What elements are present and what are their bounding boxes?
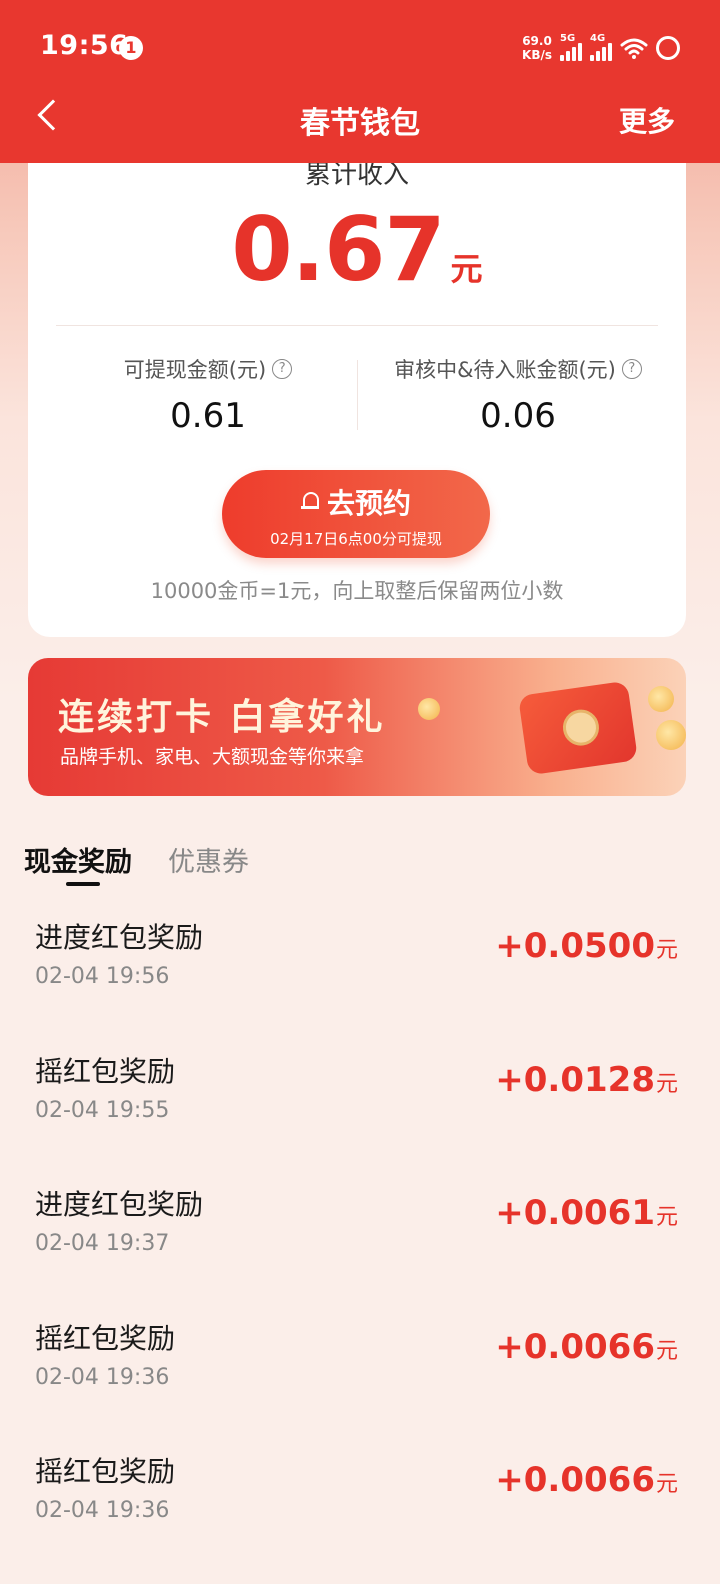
coin-icon xyxy=(418,698,440,720)
record-amount-value: +0.0061 xyxy=(495,1193,655,1233)
cumulative-income-unit: 元 xyxy=(450,250,483,288)
record-amount: +0.0061元 xyxy=(495,1193,678,1233)
pending-label: 审核中&待入账金额(元) xyxy=(394,358,616,382)
cumulative-income-value: 0.67 xyxy=(231,198,445,301)
withdrawable-label: 可提现金额(元) xyxy=(123,358,267,382)
list-item: 摇红包奖励 02-04 19:55 +0.0128元 xyxy=(0,1050,720,1184)
divider xyxy=(56,325,658,326)
record-amount-unit: 元 xyxy=(655,1072,678,1097)
record-title: 进度红包奖励 xyxy=(35,1188,204,1221)
coin-icon xyxy=(648,686,674,712)
record-amount-unit: 元 xyxy=(655,1205,678,1230)
bell-icon xyxy=(300,492,319,512)
record-amount-unit: 元 xyxy=(655,1339,678,1364)
record-amount-value: +0.0128 xyxy=(495,1060,655,1100)
record-time: 02-04 19:37 xyxy=(35,1231,170,1256)
network-speed-value: 69.0 xyxy=(522,34,552,48)
withdrawable-value: 0.61 xyxy=(170,396,246,436)
wallet-card: 累计收入 0.67 元 可提现金额(元) ? 0.61 审核中&待入账金额(元) … xyxy=(28,120,686,637)
record-amount: +0.0066元 xyxy=(495,1460,678,1500)
active-tab-indicator xyxy=(66,882,100,886)
record-amount-unit: 元 xyxy=(655,1472,678,1497)
list-item: 进度红包奖励 02-04 19:56 +0.0500元 xyxy=(0,916,720,1050)
coin-exchange-note: 10000金币=1元，向上取整后保留两位小数 xyxy=(150,579,564,603)
list-item: 摇红包奖励 02-04 19:36 +0.0066元 xyxy=(0,1317,720,1451)
signal-4g-label: 4G xyxy=(590,33,606,44)
record-amount-value: +0.0500 xyxy=(495,926,655,966)
checkin-promo-banner[interactable]: 连续打卡 白拿好礼 品牌手机、家电、大额现金等你来拿 xyxy=(28,658,686,796)
record-time: 02-04 19:36 xyxy=(35,1365,170,1390)
record-time: 02-04 19:36 xyxy=(35,1498,170,1523)
battery-icon xyxy=(656,36,680,60)
divider-vertical xyxy=(357,360,358,430)
signal-4g-icon: 4G xyxy=(590,33,612,61)
cumulative-income-amount: 0.67 元 xyxy=(28,198,686,301)
record-amount-value: +0.0066 xyxy=(495,1460,655,1500)
help-icon[interactable]: ? xyxy=(621,359,642,379)
banner-subtitle: 品牌手机、家电、大额现金等你来拿 xyxy=(60,746,365,768)
record-time: 02-04 19:55 xyxy=(35,1098,170,1123)
network-speed: 69.0 KB/s xyxy=(522,34,552,62)
pending-stat: 审核中&待入账金额(元) ? 0.06 xyxy=(368,354,668,436)
wifi-icon xyxy=(620,38,648,59)
tab-cash-rewards[interactable]: 现金奖励 xyxy=(24,840,132,879)
record-amount: +0.0128元 xyxy=(495,1060,678,1100)
list-item: 摇红包奖励 02-04 19:36 +0.0066元 xyxy=(0,1450,720,1584)
coin-icon xyxy=(656,720,686,750)
notification-badge: 1 xyxy=(119,36,143,60)
tab-coupons[interactable]: 优惠券 xyxy=(168,840,249,879)
record-title: 摇红包奖励 xyxy=(35,1455,176,1488)
more-button[interactable]: 更多 xyxy=(619,100,675,140)
record-title: 摇红包奖励 xyxy=(35,1322,176,1355)
record-amount: +0.0500元 xyxy=(495,926,678,966)
withdrawable-stat: 可提现金额(元) ? 0.61 xyxy=(88,354,328,436)
status-icons: 69.0 KB/s 5G 4G xyxy=(522,30,680,66)
record-amount: +0.0066元 xyxy=(495,1327,678,1367)
reserve-button[interactable]: 去预约 02月17日6点00分可提现 xyxy=(222,470,490,558)
app-header: 19:56 1 69.0 KB/s 5G 4G 春节钱包 更多 xyxy=(0,0,720,163)
reserve-button-label: 去预约 xyxy=(326,487,411,520)
status-time: 19:56 xyxy=(40,30,129,61)
record-time: 02-04 19:56 xyxy=(35,964,170,989)
network-speed-unit: KB/s xyxy=(522,48,552,62)
signal-5g-icon: 5G xyxy=(560,33,582,61)
list-item: 进度红包奖励 02-04 19:37 +0.0061元 xyxy=(0,1183,720,1317)
page-title: 春节钱包 xyxy=(300,106,420,141)
signal-5g-label: 5G xyxy=(560,33,576,44)
reserve-button-subtext: 02月17日6点00分可提现 xyxy=(270,530,442,548)
record-amount-value: +0.0066 xyxy=(495,1327,655,1367)
red-envelope-gift-icon xyxy=(517,680,639,776)
help-icon[interactable]: ? xyxy=(272,359,293,379)
banner-title: 连续打卡 白拿好礼 xyxy=(58,696,386,738)
record-title: 进度红包奖励 xyxy=(35,921,204,954)
pending-value: 0.06 xyxy=(480,396,556,436)
record-title: 摇红包奖励 xyxy=(35,1055,176,1088)
record-amount-unit: 元 xyxy=(655,938,678,963)
